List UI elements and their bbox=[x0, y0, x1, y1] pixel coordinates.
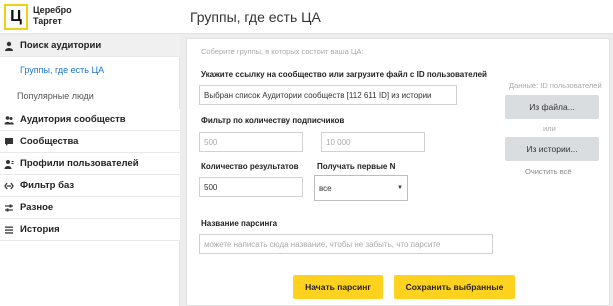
user-search-icon bbox=[4, 41, 14, 51]
first-n-select[interactable]: все ▼ bbox=[314, 175, 408, 201]
top-bar: Ц Церебро Таргет Группы, где есть ЦА bbox=[0, 0, 613, 34]
sidebar-item-label: Поиск аудитории bbox=[20, 40, 102, 51]
sidebar-item-user-profiles[interactable]: Профили пользователей bbox=[0, 153, 180, 175]
start-parsing-button[interactable]: Начать парсинг bbox=[293, 275, 383, 299]
sidebar-item-base-filter[interactable]: Фильтр баз bbox=[0, 175, 180, 197]
first-n-selected-value: все bbox=[319, 183, 332, 193]
parsing-name-label: Название парсинга bbox=[201, 219, 278, 228]
form-intro: Соберите группы, в которых состоит ваша … bbox=[201, 47, 364, 56]
results-count-input[interactable]: 500 bbox=[199, 177, 303, 197]
profiles-icon bbox=[4, 159, 14, 169]
dropdown-arrow-icon: ▼ bbox=[397, 185, 403, 191]
clear-all-link[interactable]: Очистить всё bbox=[525, 167, 572, 176]
sidebar-subitem-groups[interactable]: Группы, где есть ЦА bbox=[20, 65, 104, 75]
filter-icon bbox=[4, 181, 14, 191]
sidebar-item-communities[interactable]: Сообщества bbox=[0, 131, 180, 153]
parsing-form-panel: Соберите группы, в которых состоит ваша … bbox=[186, 38, 610, 306]
sliders-icon bbox=[4, 203, 14, 213]
parsing-name-input[interactable]: можете написать сюда название, чтобы не … bbox=[199, 234, 493, 254]
logo-icon[interactable]: Ц bbox=[4, 4, 28, 30]
sidebar-item-label: Фильтр баз bbox=[20, 180, 75, 191]
logo-line-1: Церебро bbox=[33, 5, 72, 15]
subscriber-max-input[interactable]: 10 000 bbox=[321, 132, 425, 152]
sidebar-item-label: История bbox=[20, 224, 60, 235]
first-n-label: Получать первые N bbox=[317, 162, 396, 171]
sidebar-item-label: Сообщества bbox=[20, 136, 79, 147]
logo-text[interactable]: Церебро Таргет bbox=[33, 5, 72, 27]
subscriber-filter-label: Фильтр по количеству подписчиков bbox=[201, 116, 345, 125]
people-icon bbox=[4, 115, 14, 125]
logo-letter: Ц bbox=[10, 8, 22, 25]
sidebar-item-label: Профили пользователей bbox=[20, 158, 139, 169]
sidebar-item-community-audience[interactable]: Аудитория сообществ bbox=[0, 109, 180, 131]
sidebar-item-audience-search[interactable]: Поиск аудитории bbox=[0, 35, 180, 57]
source-label: Укажите ссылку на сообщество или загрузи… bbox=[201, 70, 487, 79]
sidebar-subitem-popular-people[interactable]: Популярные люди bbox=[17, 91, 94, 101]
source-input[interactable]: Выбран список Аудитории сообществ [112 6… bbox=[199, 85, 457, 105]
sidebar-item-label: Аудитория сообществ bbox=[20, 114, 126, 125]
sidebar-item-label: Разное bbox=[20, 202, 54, 213]
or-text: или bbox=[543, 124, 556, 133]
sidebar-item-misc[interactable]: Разное bbox=[0, 197, 180, 219]
page-title: Группы, где есть ЦА bbox=[190, 9, 321, 25]
list-icon bbox=[4, 225, 14, 235]
data-info-text: Данные: ID пользователей bbox=[509, 81, 602, 90]
subscriber-min-input[interactable]: 500 bbox=[199, 132, 303, 152]
sidebar: Поиск аудитории Группы, где есть ЦА Попу… bbox=[0, 35, 180, 306]
save-selected-button[interactable]: Сохранить выбранные bbox=[394, 275, 515, 299]
sidebar-item-history[interactable]: История bbox=[0, 219, 180, 241]
results-count-label: Количество результатов bbox=[201, 162, 299, 171]
from-file-button[interactable]: Из файла... bbox=[505, 95, 599, 119]
from-history-button[interactable]: Из истории... bbox=[505, 137, 599, 161]
chat-icon bbox=[4, 137, 14, 147]
logo-line-2: Таргет bbox=[33, 16, 62, 26]
